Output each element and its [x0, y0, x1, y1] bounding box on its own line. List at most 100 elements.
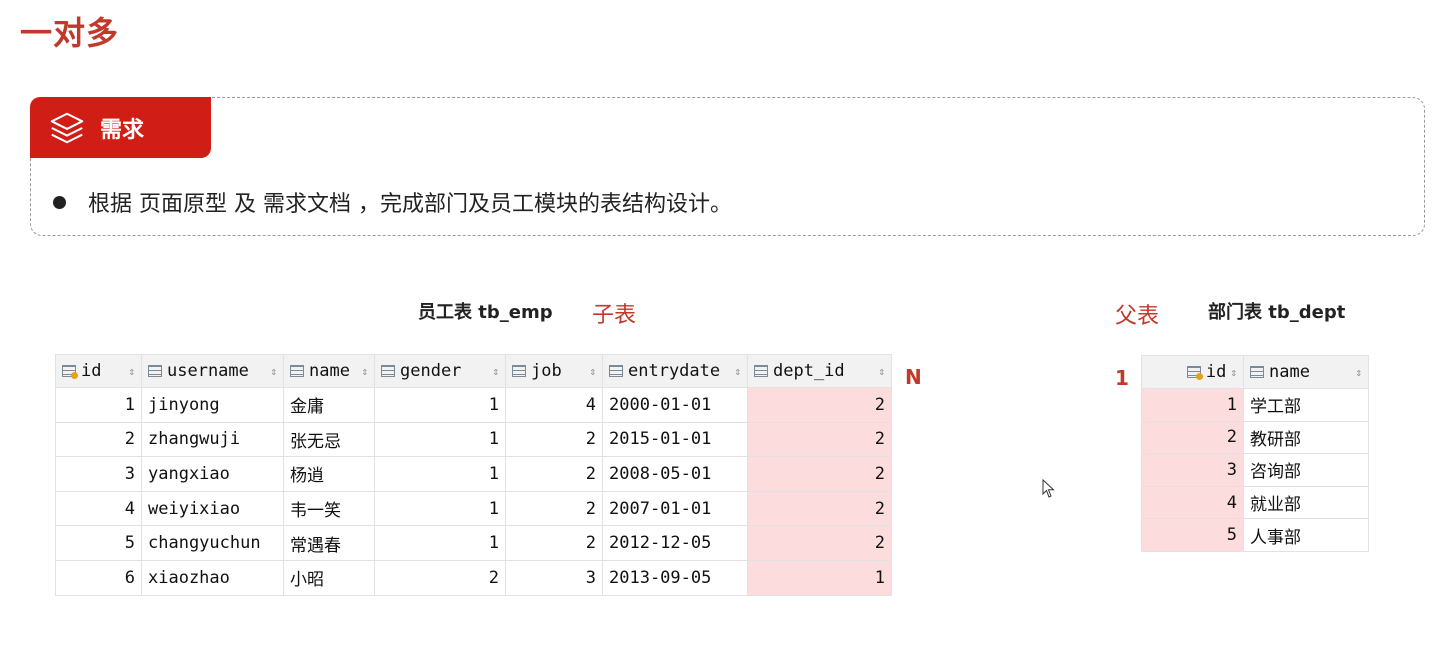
- cell-entrydate[interactable]: 2008-05-01: [602, 456, 748, 492]
- column-header-name[interactable]: name ⇕: [283, 354, 375, 388]
- mouse-cursor-icon: [1042, 479, 1055, 498]
- cell-job[interactable]: 3: [505, 559, 603, 596]
- cell-name[interactable]: 学工部: [1243, 388, 1369, 422]
- cell-username[interactable]: zhangwuji: [141, 421, 284, 458]
- sort-icon[interactable]: ⇕: [492, 365, 499, 378]
- cell-name[interactable]: 张无忌: [283, 421, 375, 458]
- table-row[interactable]: 4 就业部: [1141, 485, 1369, 520]
- table-row[interactable]: 5 changyuchun 常遇春 1 2 2012-12-05 2: [55, 525, 892, 561]
- cell-name[interactable]: 杨逍: [283, 456, 375, 492]
- sort-icon[interactable]: ⇕: [589, 365, 596, 378]
- cell-dept-id[interactable]: 2: [747, 421, 892, 458]
- cell-dept-id[interactable]: 2: [747, 387, 892, 423]
- column-icon: [148, 365, 162, 377]
- table-row[interactable]: 2 教研部: [1141, 420, 1369, 455]
- cell-gender[interactable]: 2: [374, 559, 506, 596]
- table-row[interactable]: 5 人事部: [1141, 518, 1369, 552]
- column-header-name[interactable]: name ⇕: [1243, 355, 1369, 389]
- sort-icon[interactable]: ⇕: [734, 365, 741, 378]
- dept-cardinality: 1: [1115, 366, 1129, 390]
- cell-entrydate[interactable]: 2000-01-01: [602, 387, 748, 423]
- emp-table-role: 子表: [592, 303, 637, 328]
- table-row[interactable]: 2 zhangwuji 张无忌 1 2 2015-01-01 2: [55, 421, 892, 458]
- dept-header-row: id ⇕ name ⇕: [1141, 355, 1369, 389]
- cell-id[interactable]: 5: [1141, 518, 1244, 552]
- cell-dept-id[interactable]: 2: [747, 525, 892, 561]
- sort-icon[interactable]: ⇕: [128, 365, 135, 378]
- cell-job[interactable]: 2: [505, 456, 603, 492]
- cell-gender[interactable]: 1: [374, 387, 506, 423]
- sort-icon[interactable]: ⇕: [270, 365, 277, 378]
- cell-entrydate[interactable]: 2015-01-01: [602, 421, 748, 458]
- cell-id[interactable]: 1: [55, 387, 142, 423]
- column-icon: [290, 365, 304, 377]
- column-header-gender[interactable]: gender ⇕: [374, 354, 506, 388]
- cell-job[interactable]: 4: [505, 387, 603, 423]
- cell-job[interactable]: 2: [505, 490, 603, 527]
- cell-gender[interactable]: 1: [374, 456, 506, 492]
- cell-entrydate[interactable]: 2013-09-05: [602, 559, 748, 596]
- emp-table-caption: 员工表 tb_emp: [418, 302, 553, 323]
- cell-id[interactable]: 3: [55, 456, 142, 492]
- sort-icon[interactable]: ⇕: [878, 365, 885, 378]
- cell-username[interactable]: yangxiao: [141, 456, 284, 492]
- cell-id[interactable]: 3: [1141, 453, 1244, 487]
- cell-username[interactable]: changyuchun: [141, 525, 284, 561]
- cell-entrydate[interactable]: 2012-12-05: [602, 525, 748, 561]
- column-icon: [609, 365, 623, 377]
- column-header-username[interactable]: username ⇕: [141, 354, 284, 388]
- table-row[interactable]: 3 咨询部: [1141, 453, 1369, 487]
- cell-name[interactable]: 常遇春: [283, 525, 375, 561]
- sort-icon[interactable]: ⇕: [361, 365, 368, 378]
- cell-dept-id[interactable]: 2: [747, 490, 892, 527]
- cell-name[interactable]: 韦一笑: [283, 490, 375, 527]
- column-icon: [1250, 366, 1264, 378]
- table-row[interactable]: 4 weiyixiao 韦一笑 1 2 2007-01-01 2: [55, 490, 892, 527]
- cell-id[interactable]: 1: [1141, 388, 1244, 422]
- cell-gender[interactable]: 1: [374, 421, 506, 458]
- requirement-text: 根据 页面原型 及 需求文档 ，完成部门及员工模块的表结构设计。: [88, 192, 732, 217]
- cell-id[interactable]: 5: [55, 525, 142, 561]
- table-row[interactable]: 6 xiaozhao 小昭 2 3 2013-09-05 1: [55, 559, 892, 596]
- sort-icon[interactable]: ⇕: [1355, 366, 1362, 379]
- cell-id[interactable]: 4: [1141, 485, 1244, 520]
- sort-icon[interactable]: ⇕: [1230, 366, 1237, 379]
- cell-id[interactable]: 2: [55, 421, 142, 458]
- cell-entrydate[interactable]: 2007-01-01: [602, 490, 748, 527]
- cell-name[interactable]: 教研部: [1243, 420, 1369, 455]
- cell-dept-id[interactable]: 1: [747, 559, 892, 596]
- cell-id[interactable]: 4: [55, 490, 142, 527]
- cell-dept-id[interactable]: 2: [747, 456, 892, 492]
- table-row[interactable]: 1 jinyong 金庸 1 4 2000-01-01 2: [55, 387, 892, 423]
- cell-name[interactable]: 金庸: [283, 387, 375, 423]
- column-header-job[interactable]: job ⇕: [505, 354, 603, 388]
- bullet-icon: [53, 195, 66, 209]
- cell-name[interactable]: 人事部: [1243, 518, 1369, 552]
- cell-username[interactable]: xiaozhao: [141, 559, 284, 596]
- dept-table-caption: 部门表 tb_dept: [1208, 302, 1346, 323]
- column-header-id[interactable]: id ⇕: [1141, 355, 1244, 389]
- cell-id[interactable]: 6: [55, 559, 142, 596]
- table-row[interactable]: 3 yangxiao 杨逍 1 2 2008-05-01 2: [55, 456, 892, 492]
- cell-username[interactable]: jinyong: [141, 387, 284, 423]
- cell-gender[interactable]: 1: [374, 490, 506, 527]
- primary-key-icon: [1186, 366, 1203, 380]
- cell-gender[interactable]: 1: [374, 525, 506, 561]
- column-header-entrydate[interactable]: entrydate ⇕: [602, 354, 748, 388]
- cell-name[interactable]: 小昭: [283, 559, 375, 596]
- cell-id[interactable]: 2: [1141, 420, 1244, 455]
- column-header-dept-id[interactable]: dept_id ⇕: [747, 354, 892, 388]
- table-row[interactable]: 1 学工部: [1141, 388, 1369, 422]
- cell-job[interactable]: 2: [505, 421, 603, 458]
- page-title: 一对多: [20, 14, 120, 52]
- column-icon: [754, 365, 768, 377]
- column-icon: [381, 365, 395, 377]
- cell-job[interactable]: 2: [505, 525, 603, 561]
- requirement-label: 需求: [100, 117, 145, 143]
- cell-name[interactable]: 就业部: [1243, 485, 1369, 520]
- cell-username[interactable]: weiyixiao: [141, 490, 284, 527]
- dept-table-role: 父表: [1115, 304, 1160, 329]
- emp-table: id ⇕ username ⇕ name ⇕ gender ⇕ job ⇕ entryda…: [55, 354, 892, 596]
- column-header-id[interactable]: id ⇕: [55, 354, 142, 388]
- cell-name[interactable]: 咨询部: [1243, 453, 1369, 487]
